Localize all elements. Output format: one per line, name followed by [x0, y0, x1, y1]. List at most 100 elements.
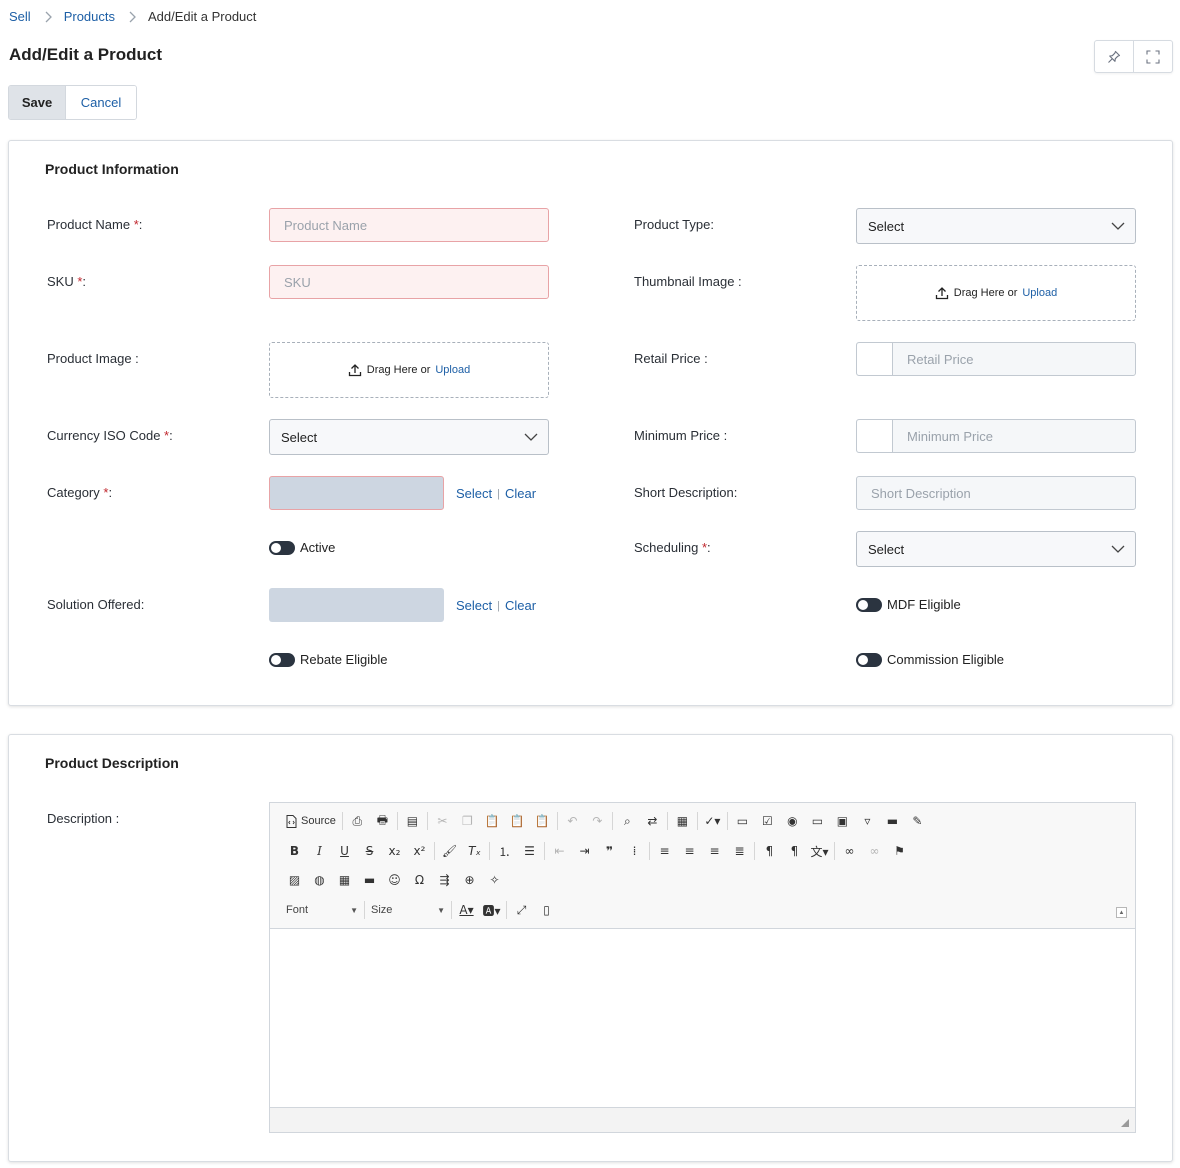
- collapse-toolbar-icon[interactable]: ▲: [1116, 907, 1127, 918]
- flash-icon[interactable]: ◍: [307, 870, 332, 890]
- pin-icon[interactable]: [1095, 41, 1133, 72]
- expand-icon[interactable]: [1133, 41, 1172, 72]
- toggle-switch[interactable]: [856, 597, 882, 612]
- scheduling-select[interactable]: Select: [856, 531, 1136, 567]
- save-button[interactable]: Save: [9, 86, 65, 119]
- description-label: Description :: [47, 811, 120, 826]
- preview-icon[interactable]: ⎙: [345, 811, 370, 831]
- image-icon[interactable]: ▨: [282, 870, 307, 890]
- find-icon[interactable]: ⌕: [615, 811, 640, 831]
- link-icon[interactable]: ∞: [837, 841, 862, 861]
- upload-link[interactable]: Upload: [1022, 287, 1057, 299]
- underline-icon[interactable]: U: [332, 841, 357, 861]
- rebate-eligible-toggle[interactable]: Rebate Eligible: [269, 652, 387, 667]
- table-icon[interactable]: ▦: [332, 870, 357, 890]
- breadcrumb-products-link[interactable]: Products: [64, 9, 115, 24]
- cut-icon[interactable]: ✂: [430, 811, 455, 831]
- category-select-link[interactable]: Select: [456, 486, 492, 501]
- toggle-switch[interactable]: [856, 652, 882, 667]
- select-field-icon[interactable]: ▿: [855, 811, 880, 831]
- solution-offered-picker-field[interactable]: [269, 588, 444, 622]
- mdf-eligible-toggle[interactable]: MDF Eligible: [856, 597, 961, 612]
- copy-icon[interactable]: ❐: [455, 811, 480, 831]
- maximize-icon[interactable]: ⤢: [509, 900, 534, 920]
- subscript-icon[interactable]: x₂: [382, 841, 407, 861]
- solution-offered-select-link[interactable]: Select: [456, 598, 492, 613]
- templates-icon[interactable]: ▤: [400, 811, 425, 831]
- div-container-icon[interactable]: ⁞: [622, 841, 647, 861]
- product-name-input[interactable]: Product Name: [269, 208, 549, 242]
- resize-handle-icon[interactable]: [1121, 1119, 1129, 1127]
- text-direction-ltr-icon[interactable]: ¶: [757, 841, 782, 861]
- cancel-button[interactable]: Cancel: [65, 86, 136, 119]
- paste-word-icon[interactable]: 📋: [530, 811, 555, 831]
- breadcrumb-sell-link[interactable]: Sell: [9, 9, 31, 24]
- copy-format-icon[interactable]: 🖌: [437, 841, 462, 861]
- image-button-icon[interactable]: ✎: [905, 811, 930, 831]
- thumbnail-image-dropzone[interactable]: Drag Here or Upload: [856, 265, 1136, 321]
- redo-icon[interactable]: ↷: [585, 811, 610, 831]
- superscript-icon[interactable]: x²: [407, 841, 432, 861]
- currency-select[interactable]: Select: [269, 419, 549, 455]
- print-icon[interactable]: 🖶: [370, 811, 395, 831]
- background-color-icon[interactable]: 🅰▾: [479, 900, 504, 920]
- special-char-icon[interactable]: Ω: [407, 870, 432, 890]
- remove-format-icon[interactable]: Tₓ: [462, 841, 487, 861]
- product-description-card: Product Description Description : Source…: [8, 734, 1173, 1162]
- product-type-select[interactable]: Select: [856, 208, 1136, 244]
- italic-icon[interactable]: I: [307, 841, 332, 861]
- language-icon[interactable]: 文▾: [807, 841, 832, 861]
- bulleted-list-icon[interactable]: ☰: [517, 841, 542, 861]
- bold-icon[interactable]: B: [282, 841, 307, 861]
- active-toggle[interactable]: Active: [269, 540, 335, 555]
- paste-icon[interactable]: 📋: [480, 811, 505, 831]
- align-left-icon[interactable]: ≡: [652, 841, 677, 861]
- smiley-icon[interactable]: ☺: [382, 870, 407, 890]
- checkbox-icon[interactable]: ☑: [755, 811, 780, 831]
- text-direction-rtl-icon[interactable]: ¶: [782, 841, 807, 861]
- horizontal-line-icon[interactable]: ▬: [357, 870, 382, 890]
- anchor-flag-icon[interactable]: ⚑: [887, 841, 912, 861]
- solution-offered-clear-link[interactable]: Clear: [505, 598, 536, 613]
- textarea-icon[interactable]: ▣: [830, 811, 855, 831]
- toggle-switch[interactable]: [269, 540, 295, 555]
- radio-icon[interactable]: ◉: [780, 811, 805, 831]
- iframe-icon[interactable]: ⊕: [457, 870, 482, 890]
- source-button[interactable]: Source: [282, 811, 340, 831]
- unlink-icon[interactable]: ∞: [862, 841, 887, 861]
- undo-icon[interactable]: ↶: [560, 811, 585, 831]
- text-color-icon[interactable]: A▾: [454, 900, 479, 920]
- strikethrough-icon[interactable]: S: [357, 841, 382, 861]
- retail-price-input[interactable]: Retail Price: [856, 342, 1136, 376]
- show-blocks-icon[interactable]: ▯: [534, 900, 559, 920]
- paste-text-icon[interactable]: 📋: [505, 811, 530, 831]
- indent-icon[interactable]: ⇥: [572, 841, 597, 861]
- category-clear-link[interactable]: Clear: [505, 486, 536, 501]
- numbered-list-icon[interactable]: ⒈: [492, 841, 517, 861]
- commission-eligible-toggle[interactable]: Commission Eligible: [856, 652, 1004, 667]
- textfield-icon[interactable]: ▭: [805, 811, 830, 831]
- align-justify-icon[interactable]: ≣: [727, 841, 752, 861]
- dropdown-caret-icon: ▼: [437, 905, 445, 915]
- font-combo[interactable]: Font ▼: [282, 900, 362, 920]
- editor-content-area[interactable]: [270, 929, 1135, 1107]
- page-break-icon[interactable]: ⇶: [432, 870, 457, 890]
- product-image-dropzone[interactable]: Drag Here or Upload: [269, 342, 549, 398]
- size-combo[interactable]: Size ▼: [367, 900, 449, 920]
- toggle-switch[interactable]: [269, 652, 295, 667]
- blockquote-icon[interactable]: ❞: [597, 841, 622, 861]
- short-description-input[interactable]: Short Description: [856, 476, 1136, 510]
- button-field-icon[interactable]: ▬: [880, 811, 905, 831]
- category-picker-field[interactable]: [269, 476, 444, 510]
- minimum-price-input[interactable]: Minimum Price: [856, 419, 1136, 453]
- select-all-icon[interactable]: ▦: [670, 811, 695, 831]
- align-center-icon[interactable]: ≡: [677, 841, 702, 861]
- magic-icon[interactable]: ✧: [482, 870, 507, 890]
- spellcheck-icon[interactable]: ✓▾: [700, 811, 725, 831]
- upload-link[interactable]: Upload: [435, 364, 470, 376]
- form-icon[interactable]: ▭: [730, 811, 755, 831]
- align-right-icon[interactable]: ≡: [702, 841, 727, 861]
- outdent-icon[interactable]: ⇤: [547, 841, 572, 861]
- sku-input[interactable]: SKU: [269, 265, 549, 299]
- replace-icon[interactable]: ⇄: [640, 811, 665, 831]
